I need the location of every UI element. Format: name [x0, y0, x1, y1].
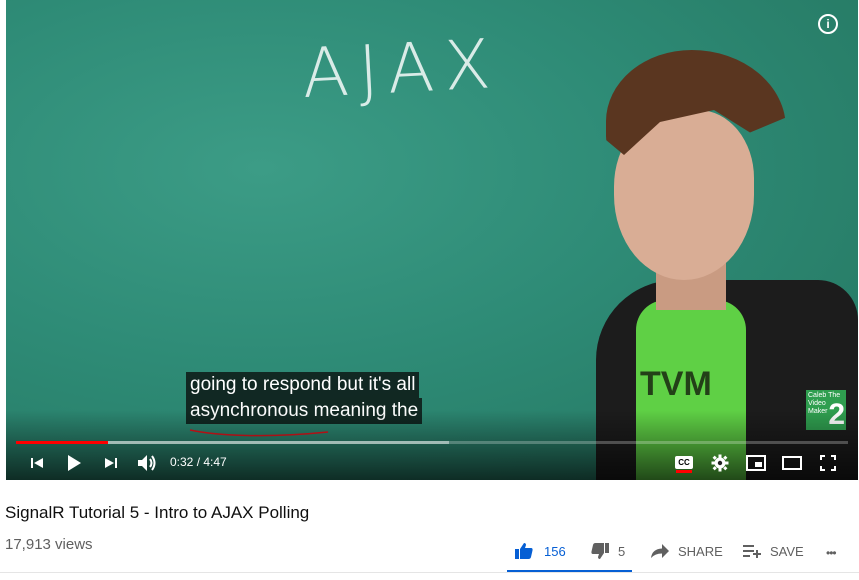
save-button[interactable]: SAVE	[742, 534, 804, 568]
shirt-text: TVM	[640, 365, 712, 403]
video-title: SignalR Tutorial 5 - Intro to AJAX Polli…	[5, 503, 310, 522]
progress-played	[16, 441, 108, 444]
miniplayer-icon[interactable]	[742, 448, 770, 478]
previous-icon[interactable]	[22, 448, 52, 478]
info-icon[interactable]: i	[818, 14, 838, 34]
cc-icon[interactable]: CC	[670, 448, 698, 478]
divider	[0, 572, 859, 573]
dislike-count: 5	[618, 543, 626, 559]
gear-icon[interactable]	[706, 448, 734, 478]
time-display: 0:32 / 4:47	[170, 455, 227, 469]
share-button[interactable]: SHARE	[650, 534, 723, 568]
more-actions-label: •••	[826, 546, 837, 560]
player-controls: 0:32 / 4:47 CC	[6, 448, 858, 478]
thumbs-down-icon	[591, 543, 609, 559]
like-button[interactable]: 156	[514, 534, 566, 568]
theater-icon[interactable]	[778, 448, 806, 478]
save-label: SAVE	[770, 543, 804, 559]
share-icon	[651, 544, 669, 558]
play-icon[interactable]	[58, 448, 90, 478]
fullscreen-icon[interactable]	[814, 448, 842, 478]
next-icon[interactable]	[96, 448, 126, 478]
playlist-add-icon	[743, 545, 761, 558]
more-actions-icon[interactable]: •••	[826, 536, 837, 570]
thumbs-up-icon	[515, 543, 533, 559]
view-count: 17,913 views	[5, 536, 93, 553]
video-player[interactable]: AJAX TVM Caleb The Video Maker 2 i going…	[6, 0, 858, 480]
current-time: 0:32	[170, 455, 194, 469]
cc-active-indicator	[676, 470, 692, 473]
duration: 4:47	[203, 455, 227, 469]
caption-line: going to respond but it's all	[186, 372, 420, 398]
like-count: 156	[544, 543, 566, 559]
share-label: SHARE	[678, 543, 723, 559]
progress-bar[interactable]	[16, 441, 848, 444]
volume-icon[interactable]	[132, 448, 162, 478]
chalkboard-text: AJAX	[300, 24, 503, 115]
time-separator: /	[193, 455, 204, 469]
dislike-button[interactable]: 5	[590, 534, 625, 568]
